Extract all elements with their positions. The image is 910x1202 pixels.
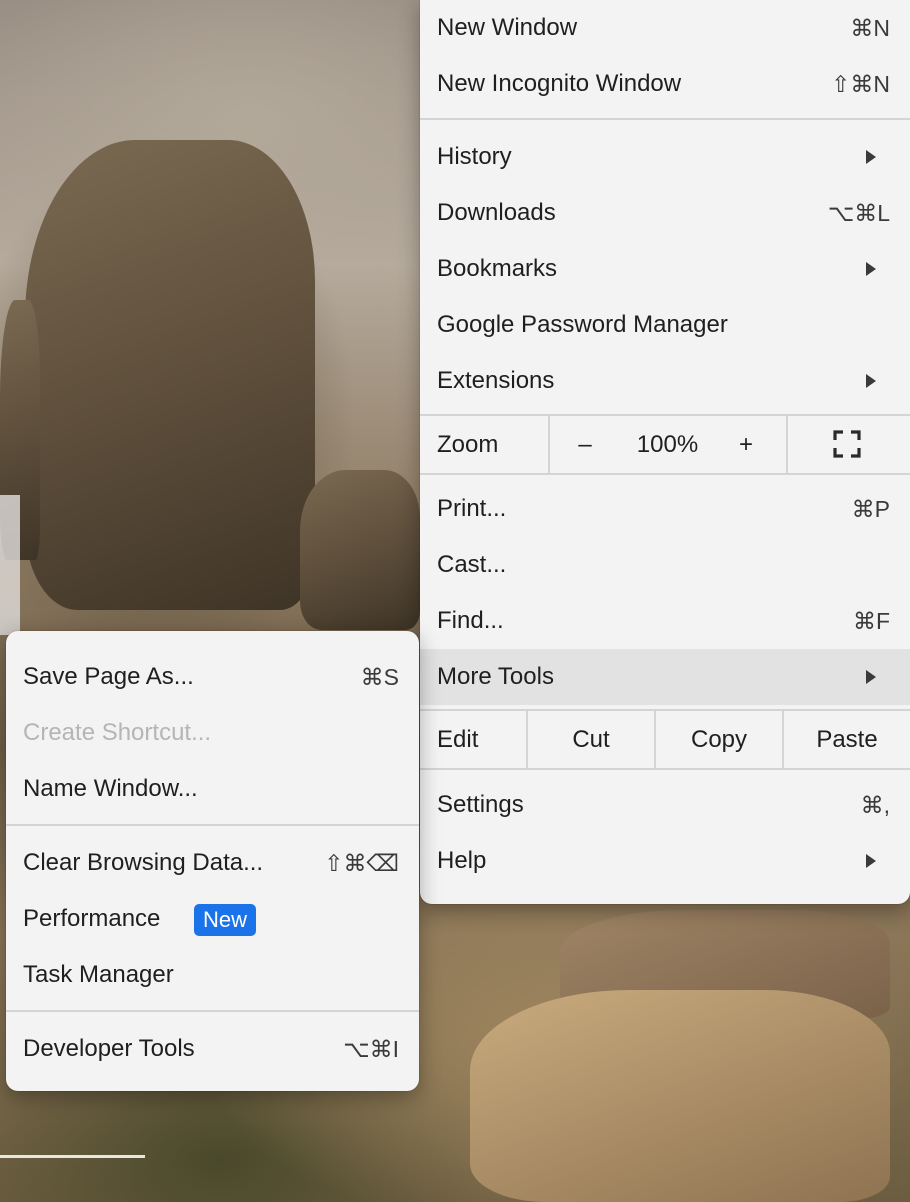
browser-main-menu: New Window ⌘N New Incognito Window ⇧⌘N H…: [420, 0, 910, 904]
menu-item-label: Downloads: [437, 199, 556, 226]
menu-item-label: Google Password Manager: [437, 311, 728, 338]
menu-item-clear-browsing-data[interactable]: Clear Browsing Data... ⇧⌘⌫: [6, 835, 419, 891]
menu-item-label: Cast...: [437, 551, 507, 578]
menu-item-shortcut: ⌥⌘L: [827, 200, 890, 226]
menu-item-shortcut: ⌘,: [860, 792, 890, 818]
submenu-arrow-icon: [866, 374, 876, 388]
menu-item-task-manager[interactable]: Task Manager: [6, 947, 419, 1003]
menu-item-new-window[interactable]: New Window ⌘N: [420, 0, 910, 56]
zoom-level: 100%: [636, 430, 699, 458]
menu-item-label: Save Page As...: [23, 663, 194, 690]
rock-formation: [300, 470, 420, 630]
menu-item-label: Performance: [23, 905, 161, 932]
menu-item-shortcut: ⌘N: [850, 15, 890, 41]
submenu-arrow-icon: [866, 262, 876, 276]
submenu-arrow-icon: [866, 670, 876, 684]
menu-item-history[interactable]: History: [420, 129, 910, 185]
menu-item-downloads[interactable]: Downloads ⌥⌘L: [420, 185, 910, 241]
fullscreen-icon[interactable]: [833, 430, 861, 458]
menu-item-label: Name Window...: [23, 775, 198, 802]
menu-item-label: New Incognito Window: [437, 70, 682, 97]
menu-item-save-page-as[interactable]: Save Page As... ⌘S: [6, 649, 419, 705]
menu-item-shortcut: ⌥⌘I: [343, 1036, 399, 1062]
menu-item-shortcut: ⇧⌘N: [831, 71, 890, 97]
menu-item-shortcut: ⌘P: [851, 496, 890, 522]
zoom-out-button[interactable]: –: [550, 416, 620, 473]
menu-item-cast[interactable]: Cast...: [420, 537, 910, 593]
menu-item-label: More Tools: [437, 663, 554, 690]
copy-button[interactable]: Copy: [656, 711, 782, 768]
menu-item-label: Find...: [437, 607, 504, 634]
menu-item-performance[interactable]: Performance New: [6, 891, 419, 947]
menu-separator: [420, 473, 910, 475]
menu-item-password-manager[interactable]: Google Password Manager: [420, 297, 910, 353]
menu-item-bookmarks[interactable]: Bookmarks: [420, 241, 910, 297]
menu-item-print[interactable]: Print... ⌘P: [420, 481, 910, 537]
menu-item-shortcut: ⌘F: [852, 608, 890, 634]
menu-item-shortcut: ⇧⌘⌫: [324, 850, 399, 876]
menu-item-new-incognito-window[interactable]: New Incognito Window ⇧⌘N: [420, 56, 910, 112]
menu-item-label: Help: [437, 847, 487, 874]
rock-formation: [25, 140, 315, 610]
menu-item-settings[interactable]: Settings ⌘,: [420, 777, 910, 833]
menu-item-help[interactable]: Help: [420, 833, 910, 889]
menu-item-find[interactable]: Find... ⌘F: [420, 593, 910, 649]
edit-row: Edit Cut Copy Paste: [420, 711, 910, 768]
paste-button[interactable]: Paste: [784, 711, 910, 768]
submenu-arrow-icon: [866, 150, 876, 164]
menu-item-label: New Window: [437, 14, 578, 41]
menu-item-label: Bookmarks: [437, 255, 558, 282]
menu-item-extensions[interactable]: Extensions: [420, 353, 910, 409]
cut-button[interactable]: Cut: [528, 711, 654, 768]
menu-item-label: Developer Tools: [23, 1035, 195, 1062]
menu-item-label: Extensions: [437, 367, 555, 394]
menu-item-label: Print...: [437, 495, 507, 522]
submenu-arrow-icon: [866, 854, 876, 868]
edit-label: Edit: [437, 725, 479, 753]
menu-item-label: History: [437, 143, 512, 170]
zoom-in-button[interactable]: +: [715, 416, 777, 473]
menu-item-more-tools[interactable]: More Tools: [420, 649, 910, 705]
menu-item-label: Settings: [437, 791, 524, 818]
menu-item-name-window[interactable]: Name Window...: [6, 761, 419, 817]
menu-item-developer-tools[interactable]: Developer Tools ⌥⌘I: [6, 1021, 419, 1077]
rock-formation: [470, 990, 890, 1202]
menu-separator: [6, 824, 419, 826]
zoom-label: Zoom: [437, 430, 499, 458]
zoom-divider: [786, 416, 788, 473]
window-edge: [0, 495, 20, 635]
menu-item-label: Create Shortcut...: [23, 719, 212, 746]
new-badge: New: [194, 904, 257, 936]
menu-item-label: Task Manager: [23, 961, 174, 988]
window-edge: [0, 1155, 145, 1158]
menu-separator: [6, 1010, 419, 1012]
menu-separator: [420, 768, 910, 770]
more-tools-submenu: Save Page As... ⌘S Create Shortcut... Na…: [6, 631, 419, 1091]
menu-item-label: Clear Browsing Data...: [23, 849, 264, 876]
menu-item-create-shortcut: Create Shortcut...: [6, 705, 419, 761]
menu-separator: [420, 118, 910, 120]
menu-item-shortcut: ⌘S: [360, 664, 399, 690]
